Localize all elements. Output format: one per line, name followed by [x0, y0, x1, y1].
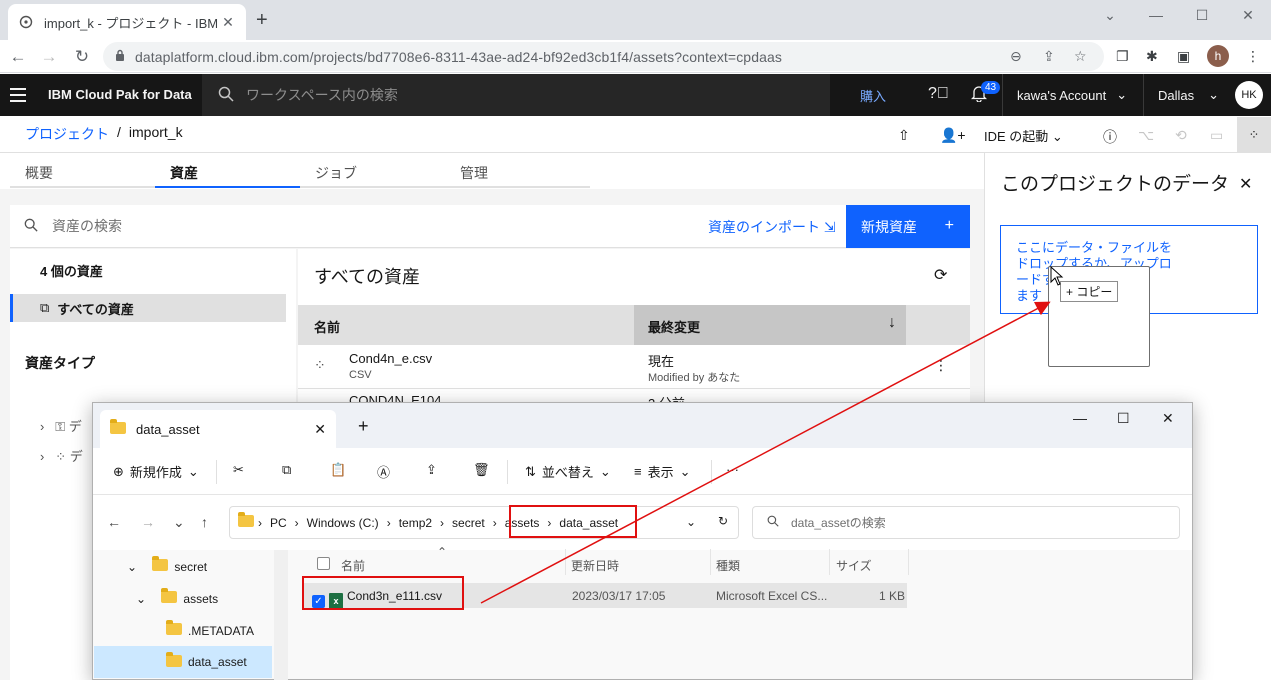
annotation-arrow [480, 301, 1051, 604]
